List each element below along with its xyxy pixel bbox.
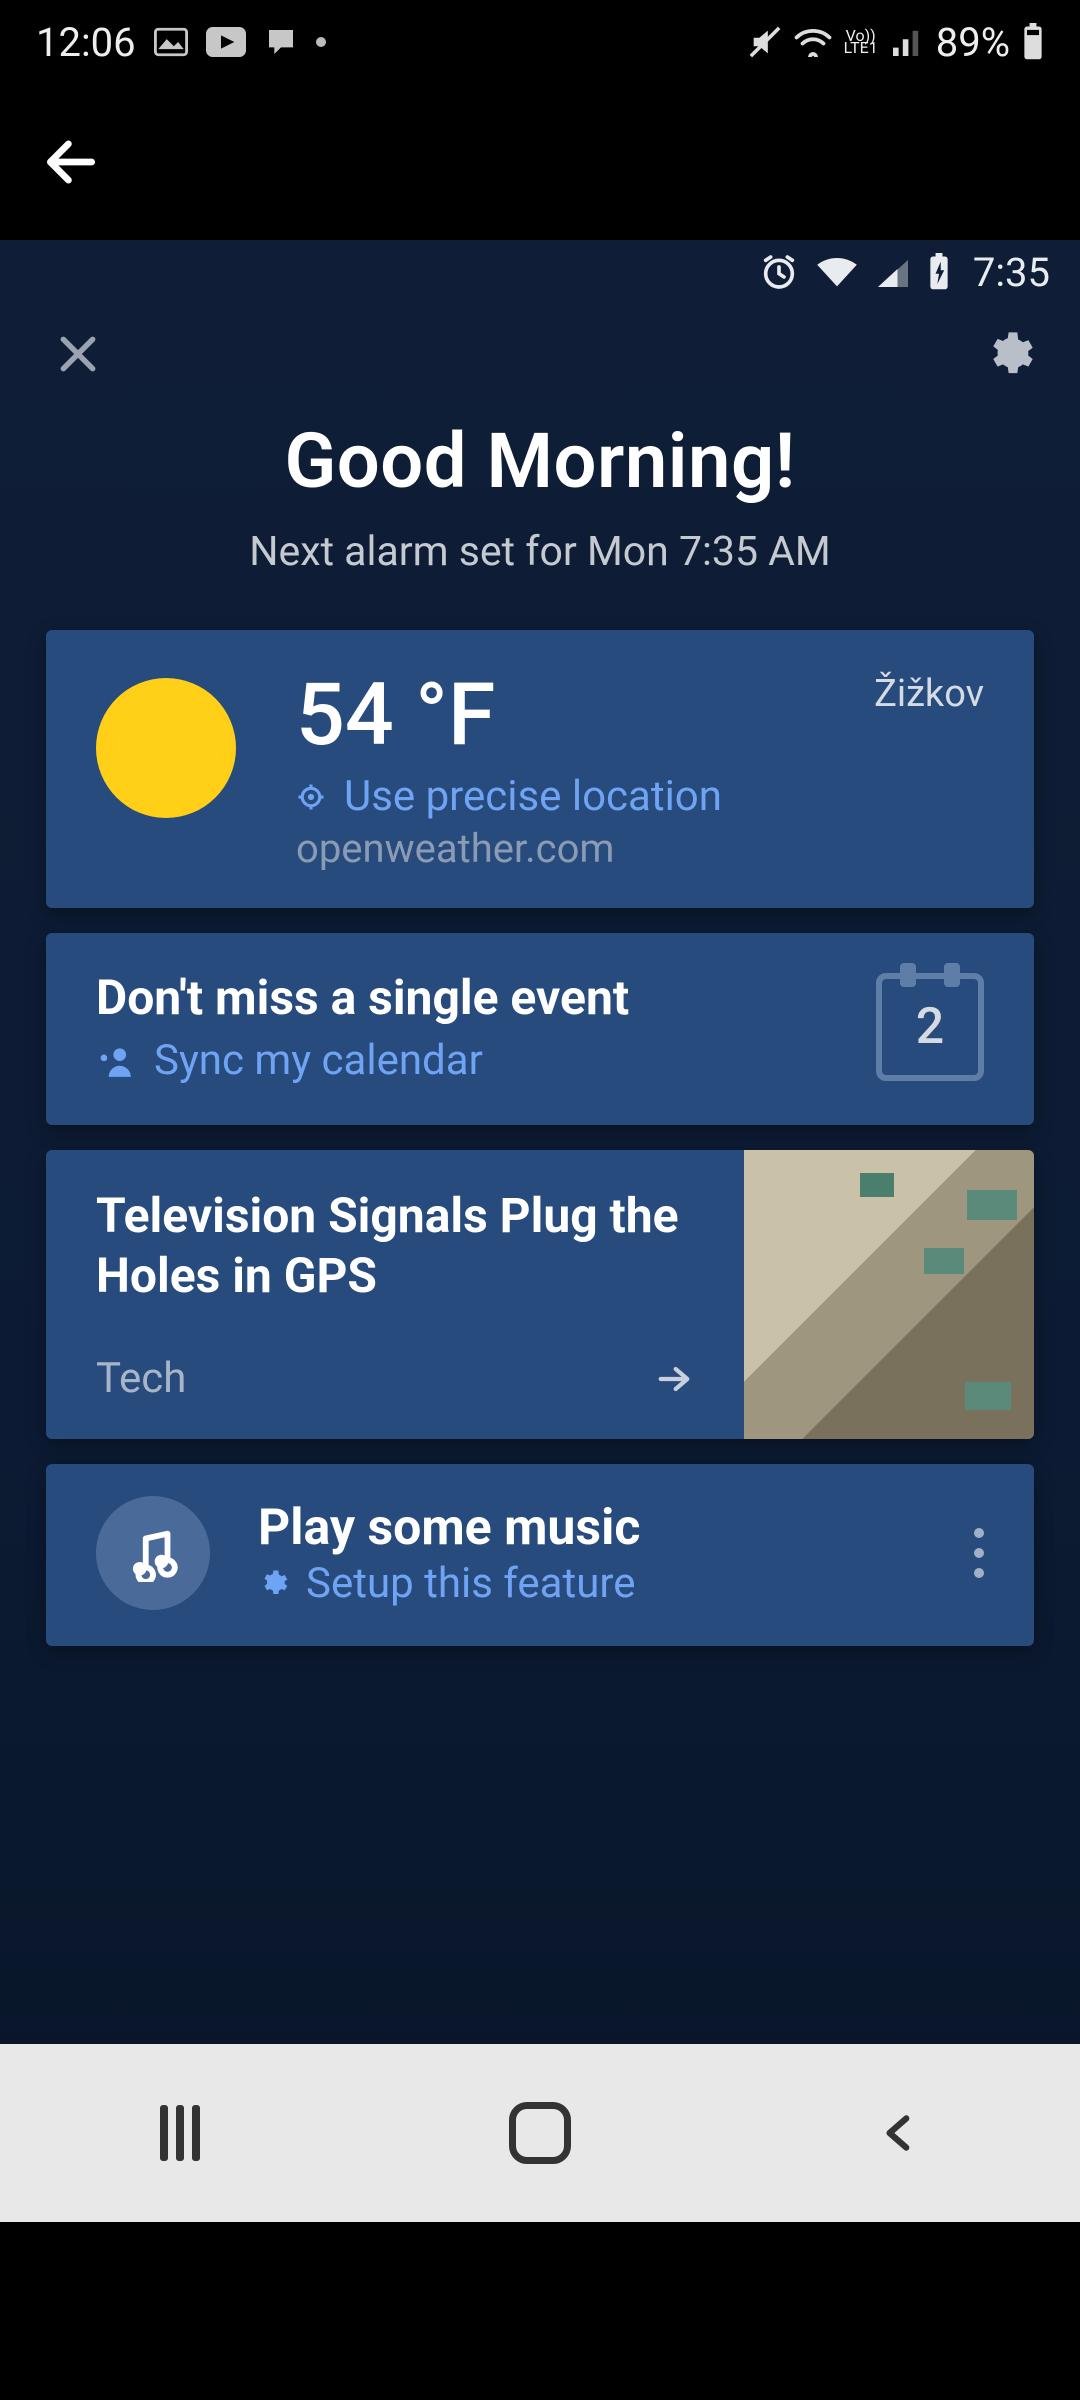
wifi-icon <box>815 254 859 290</box>
recents-button[interactable] <box>140 2093 220 2173</box>
greeting-title: Good Morning! <box>0 416 1080 506</box>
wifi-icon <box>794 27 832 57</box>
inner-status-time: 7:35 <box>973 249 1050 296</box>
calendar-card-title: Don't miss a single event <box>96 969 876 1026</box>
alarm-app-screen: 7:35 Good Morning! Next alarm set for Mo… <box>0 240 1080 2222</box>
news-thumbnail <box>744 1150 1034 1439</box>
battery-percentage: 89% <box>936 19 1010 66</box>
next-alarm-subtitle: Next alarm set for Mon 7:35 AM <box>0 528 1080 576</box>
precise-location-label: Use precise location <box>344 772 722 821</box>
outer-app-bar <box>0 84 1080 240</box>
chat-icon <box>264 26 298 58</box>
calendar-day-number: 2 <box>916 998 944 1056</box>
back-button[interactable] <box>860 2093 940 2173</box>
sync-calendar-label: Sync my calendar <box>154 1036 483 1085</box>
sync-calendar-link[interactable]: Sync my calendar <box>96 1036 876 1085</box>
gear-small-icon <box>258 1568 288 1598</box>
temperature-value: 54 °F <box>296 672 874 758</box>
lte-indicator: Vo))LTE1 <box>844 30 878 54</box>
more-notifications-dot <box>316 37 326 47</box>
status-time: 12:06 <box>36 19 136 66</box>
battery-charging-icon <box>927 253 951 291</box>
weather-location: Žižkov <box>874 672 984 716</box>
sun-icon <box>96 678 236 818</box>
outer-status-bar: 12:06 Vo))LTE1 89% <box>0 0 1080 84</box>
music-card-title: Play some music <box>258 1499 926 1557</box>
use-precise-location-link[interactable]: Use precise location <box>296 772 874 821</box>
close-button[interactable] <box>56 332 100 376</box>
more-options-button[interactable] <box>974 1528 984 1578</box>
home-button[interactable] <box>500 2093 580 2173</box>
battery-icon <box>1022 23 1044 61</box>
arrow-right-icon <box>654 1359 694 1399</box>
weather-card[interactable]: 54 °F Use precise location openweather.c… <box>46 630 1034 908</box>
mute-icon <box>748 25 782 59</box>
music-card[interactable]: Play some music Setup this feature <box>46 1464 1034 1646</box>
news-category: Tech <box>96 1354 186 1403</box>
back-arrow-icon[interactable] <box>40 131 102 193</box>
alarm-icon <box>759 252 799 292</box>
news-card[interactable]: Television Signals Plug the Holes in GPS… <box>46 1150 1034 1439</box>
android-navigation-bar <box>0 2044 1080 2222</box>
calendar-card[interactable]: Don't miss a single event Sync my calend… <box>46 933 1034 1125</box>
person-add-icon <box>96 1045 134 1077</box>
calendar-icon: 2 <box>876 973 984 1081</box>
music-note-icon <box>96 1496 210 1610</box>
inner-status-bar: 7:35 <box>0 240 1080 304</box>
signal-icon <box>875 256 911 288</box>
youtube-icon <box>206 27 246 57</box>
settings-button[interactable] <box>982 328 1034 380</box>
weather-source: openweather.com <box>296 825 874 872</box>
setup-music-label: Setup this feature <box>306 1559 636 1608</box>
signal-icon <box>890 28 924 56</box>
gallery-icon <box>154 27 188 57</box>
news-headline: Television Signals Plug the Holes in GPS <box>96 1186 714 1306</box>
setup-music-link[interactable]: Setup this feature <box>258 1559 926 1608</box>
target-icon <box>296 782 326 812</box>
